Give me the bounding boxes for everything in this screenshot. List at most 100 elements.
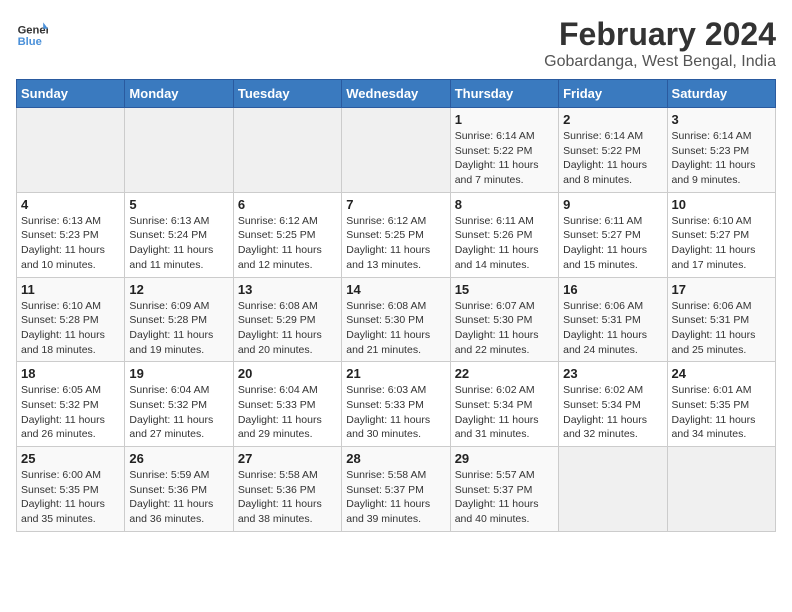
day-info: Sunrise: 5:59 AM Sunset: 5:36 PM Dayligh… <box>129 468 228 527</box>
day-info: Sunrise: 6:07 AM Sunset: 5:30 PM Dayligh… <box>455 299 554 358</box>
calendar-cell: 5Sunrise: 6:13 AM Sunset: 5:24 PM Daylig… <box>125 192 233 277</box>
day-info: Sunrise: 6:12 AM Sunset: 5:25 PM Dayligh… <box>238 214 337 273</box>
calendar-cell: 24Sunrise: 6:01 AM Sunset: 5:35 PM Dayli… <box>667 362 775 447</box>
day-number: 22 <box>455 366 554 381</box>
day-number: 27 <box>238 451 337 466</box>
calendar-cell: 4 Sunrise: 6:13 AM Sunset: 5:23 PM Daylig… <box>17 192 125 277</box>
day-info: Sunrise: 6:10 AM Sunset: 5:28 PM Dayligh… <box>21 299 120 358</box>
calendar-cell <box>342 108 450 193</box>
calendar-cell: 23 Sunrise: 6:02 AM Sunset: 5:34 PM Dayli… <box>559 362 667 447</box>
day-info: Sunrise: 6:04 AM Sunset: 5:33 PM Dayligh… <box>238 383 337 442</box>
calendar-cell: 29Sunrise: 5:57 AM Sunset: 5:37 PM Dayli… <box>450 447 558 532</box>
day-info: Sunrise: 6:08 AM Sunset: 5:29 PM Dayligh… <box>238 299 337 358</box>
calendar-week-row: 18Sunrise: 6:05 AM Sunset: 5:32 PM Dayli… <box>17 362 776 447</box>
calendar-cell: 6 Sunrise: 6:12 AM Sunset: 5:25 PM Daylig… <box>233 192 341 277</box>
day-number: 5 <box>129 197 228 212</box>
day-of-week-header: Thursday <box>450 80 558 108</box>
day-number: 25 <box>21 451 120 466</box>
day-of-week-header: Monday <box>125 80 233 108</box>
day-info: Sunrise: 6:14 AM Sunset: 5:22 PM Dayligh… <box>563 129 662 188</box>
title-area: February 2024 Gobardanga, West Bengal, I… <box>544 16 776 71</box>
calendar-body: 1 Sunrise: 6:14 AM Sunset: 5:22 PM Daylig… <box>17 108 776 532</box>
day-info: Sunrise: 6:11 AM Sunset: 5:26 PM Dayligh… <box>455 214 554 273</box>
day-number: 24 <box>672 366 771 381</box>
day-number: 13 <box>238 282 337 297</box>
calendar-cell: 20 Sunrise: 6:04 AM Sunset: 5:33 PM Dayli… <box>233 362 341 447</box>
day-number: 1 <box>455 112 554 127</box>
calendar-week-row: 4 Sunrise: 6:13 AM Sunset: 5:23 PM Daylig… <box>17 192 776 277</box>
day-number: 2 <box>563 112 662 127</box>
calendar-cell <box>667 447 775 532</box>
calendar-cell: 8 Sunrise: 6:11 AM Sunset: 5:26 PM Daylig… <box>450 192 558 277</box>
calendar-cell <box>233 108 341 193</box>
day-of-week-header: Wednesday <box>342 80 450 108</box>
calendar-cell: 27 Sunrise: 5:58 AM Sunset: 5:36 PM Dayli… <box>233 447 341 532</box>
logo: General Blue <box>16 16 48 48</box>
day-number: 14 <box>346 282 445 297</box>
day-info: Sunrise: 6:00 AM Sunset: 5:35 PM Dayligh… <box>21 468 120 527</box>
calendar-cell: 2 Sunrise: 6:14 AM Sunset: 5:22 PM Daylig… <box>559 108 667 193</box>
calendar-cell: 3Sunrise: 6:14 AM Sunset: 5:23 PM Daylig… <box>667 108 775 193</box>
day-number: 16 <box>563 282 662 297</box>
calendar-cell: 17 Sunrise: 6:06 AM Sunset: 5:31 PM Dayli… <box>667 277 775 362</box>
calendar-cell <box>125 108 233 193</box>
day-info: Sunrise: 6:09 AM Sunset: 5:28 PM Dayligh… <box>129 299 228 358</box>
day-number: 28 <box>346 451 445 466</box>
calendar-table: SundayMondayTuesdayWednesdayThursdayFrid… <box>16 79 776 532</box>
day-number: 4 <box>21 197 120 212</box>
calendar-cell: 25 Sunrise: 6:00 AM Sunset: 5:35 PM Dayli… <box>17 447 125 532</box>
calendar-cell: 22Sunrise: 6:02 AM Sunset: 5:34 PM Dayli… <box>450 362 558 447</box>
day-info: Sunrise: 6:13 AM Sunset: 5:23 PM Dayligh… <box>21 214 120 273</box>
day-info: Sunrise: 6:10 AM Sunset: 5:27 PM Dayligh… <box>672 214 771 273</box>
day-info: Sunrise: 6:08 AM Sunset: 5:30 PM Dayligh… <box>346 299 445 358</box>
calendar-cell: 1 Sunrise: 6:14 AM Sunset: 5:22 PM Daylig… <box>450 108 558 193</box>
day-number: 8 <box>455 197 554 212</box>
calendar-cell: 13 Sunrise: 6:08 AM Sunset: 5:29 PM Dayli… <box>233 277 341 362</box>
day-of-week-header: Saturday <box>667 80 775 108</box>
calendar-cell: 16 Sunrise: 6:06 AM Sunset: 5:31 PM Dayli… <box>559 277 667 362</box>
calendar-cell <box>17 108 125 193</box>
calendar-cell: 15 Sunrise: 6:07 AM Sunset: 5:30 PM Dayli… <box>450 277 558 362</box>
day-info: Sunrise: 6:12 AM Sunset: 5:25 PM Dayligh… <box>346 214 445 273</box>
day-info: Sunrise: 6:14 AM Sunset: 5:22 PM Dayligh… <box>455 129 554 188</box>
calendar-week-row: 1 Sunrise: 6:14 AM Sunset: 5:22 PM Daylig… <box>17 108 776 193</box>
header-row: SundayMondayTuesdayWednesdayThursdayFrid… <box>17 80 776 108</box>
day-number: 12 <box>129 282 228 297</box>
day-info: Sunrise: 6:06 AM Sunset: 5:31 PM Dayligh… <box>563 299 662 358</box>
day-of-week-header: Sunday <box>17 80 125 108</box>
day-number: 3 <box>672 112 771 127</box>
day-info: Sunrise: 6:02 AM Sunset: 5:34 PM Dayligh… <box>563 383 662 442</box>
day-info: Sunrise: 5:58 AM Sunset: 5:36 PM Dayligh… <box>238 468 337 527</box>
page-header: General Blue February 2024 Gobardanga, W… <box>16 16 776 71</box>
day-number: 23 <box>563 366 662 381</box>
day-number: 20 <box>238 366 337 381</box>
calendar-header: SundayMondayTuesdayWednesdayThursdayFrid… <box>17 80 776 108</box>
day-info: Sunrise: 6:04 AM Sunset: 5:32 PM Dayligh… <box>129 383 228 442</box>
calendar-week-row: 25 Sunrise: 6:00 AM Sunset: 5:35 PM Dayli… <box>17 447 776 532</box>
day-info: Sunrise: 6:06 AM Sunset: 5:31 PM Dayligh… <box>672 299 771 358</box>
calendar-cell: 28 Sunrise: 5:58 AM Sunset: 5:37 PM Dayli… <box>342 447 450 532</box>
day-number: 11 <box>21 282 120 297</box>
calendar-cell: 12 Sunrise: 6:09 AM Sunset: 5:28 PM Dayli… <box>125 277 233 362</box>
calendar-week-row: 11 Sunrise: 6:10 AM Sunset: 5:28 PM Dayli… <box>17 277 776 362</box>
day-number: 6 <box>238 197 337 212</box>
day-number: 18 <box>21 366 120 381</box>
svg-text:Blue: Blue <box>18 36 42 48</box>
day-number: 19 <box>129 366 228 381</box>
day-of-week-header: Tuesday <box>233 80 341 108</box>
location-subtitle: Gobardanga, West Bengal, India <box>544 53 776 71</box>
day-number: 15 <box>455 282 554 297</box>
calendar-cell: 14 Sunrise: 6:08 AM Sunset: 5:30 PM Dayli… <box>342 277 450 362</box>
calendar-cell: 26Sunrise: 5:59 AM Sunset: 5:36 PM Dayli… <box>125 447 233 532</box>
calendar-cell: 21Sunrise: 6:03 AM Sunset: 5:33 PM Dayli… <box>342 362 450 447</box>
day-info: Sunrise: 5:58 AM Sunset: 5:37 PM Dayligh… <box>346 468 445 527</box>
calendar-cell: 7 Sunrise: 6:12 AM Sunset: 5:25 PM Daylig… <box>342 192 450 277</box>
calendar-cell: 10Sunrise: 6:10 AM Sunset: 5:27 PM Dayli… <box>667 192 775 277</box>
day-number: 17 <box>672 282 771 297</box>
logo-icon: General Blue <box>16 16 48 48</box>
day-number: 7 <box>346 197 445 212</box>
day-info: Sunrise: 5:57 AM Sunset: 5:37 PM Dayligh… <box>455 468 554 527</box>
day-number: 21 <box>346 366 445 381</box>
calendar-cell <box>559 447 667 532</box>
day-info: Sunrise: 6:11 AM Sunset: 5:27 PM Dayligh… <box>563 214 662 273</box>
